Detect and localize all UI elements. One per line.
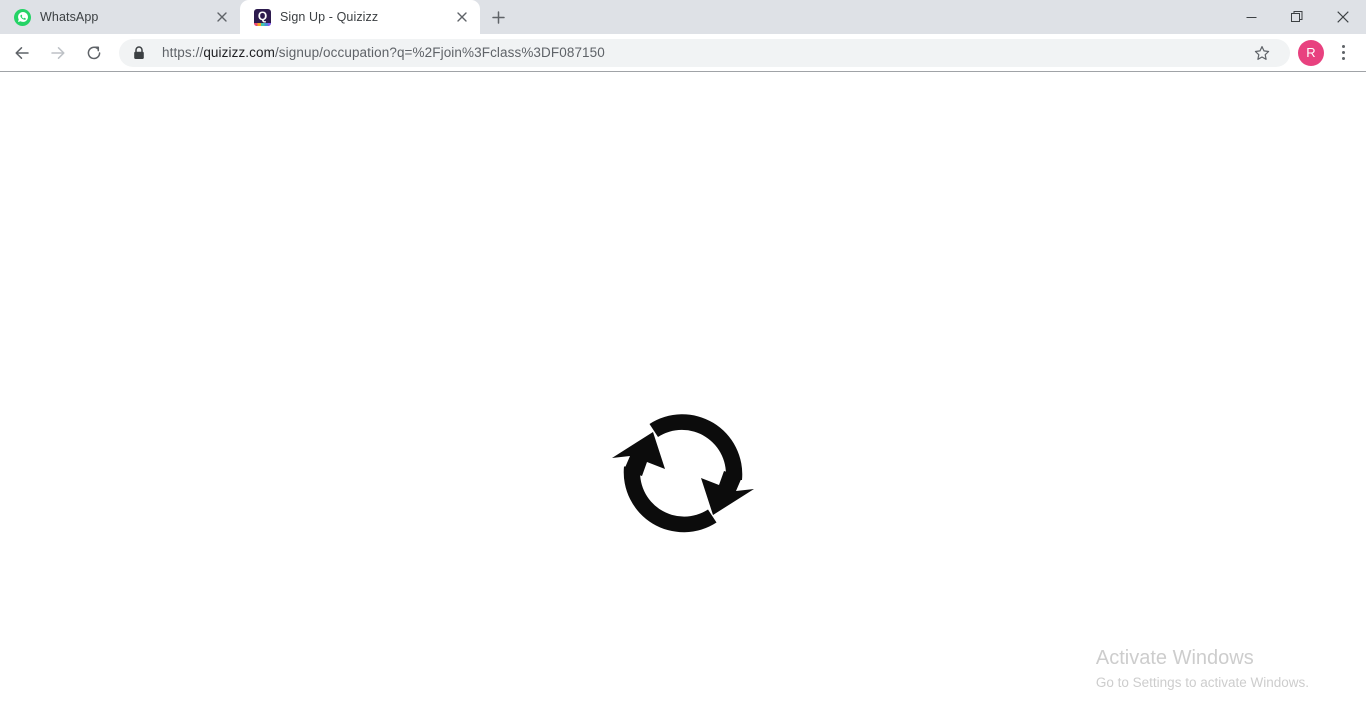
new-tab-button[interactable] xyxy=(484,3,512,31)
profile-avatar[interactable]: R xyxy=(1298,39,1324,66)
maximize-restore-button[interactable] xyxy=(1274,0,1320,34)
profile-initial: R xyxy=(1306,45,1316,60)
minimize-button[interactable] xyxy=(1228,0,1274,34)
menu-dot xyxy=(1341,45,1345,48)
address-bar[interactable]: https://quizizz.com/signup/occupation?q=… xyxy=(119,38,1290,67)
browser-toolbar: https://quizizz.com/signup/occupation?q=… xyxy=(0,34,1366,71)
browser-window: WhatsApp Q Sign Up - Quizizz https://qui… xyxy=(0,0,1366,705)
reload-button[interactable] xyxy=(80,39,108,67)
window-controls xyxy=(1228,0,1366,34)
tab-title: WhatsApp xyxy=(40,10,99,24)
tab-signup-quizizz[interactable]: Q Sign Up - Quizizz xyxy=(240,0,480,34)
tab-whatsapp[interactable]: WhatsApp xyxy=(0,0,240,34)
tab-close-button[interactable] xyxy=(450,5,474,29)
watermark-subtitle: Go to Settings to activate Windows. xyxy=(1095,674,1309,690)
close-window-button[interactable] xyxy=(1320,0,1366,34)
quizizz-icon: Q xyxy=(254,8,271,26)
watermark-title: Activate Windows xyxy=(1095,646,1254,669)
lock-icon[interactable] xyxy=(125,39,153,67)
menu-dot xyxy=(1341,51,1345,54)
whatsapp-icon xyxy=(14,8,31,26)
quizizz-icon-stripe xyxy=(254,22,271,26)
tab-title: Sign Up - Quizizz xyxy=(280,10,379,24)
quizizz-icon-letter: Q xyxy=(257,9,268,23)
bookmark-star-icon[interactable] xyxy=(1248,39,1276,67)
menu-dot xyxy=(1341,57,1345,60)
page-content-area: Activate Windows Go to Settings to activ… xyxy=(0,72,1366,705)
sync-refresh-icon xyxy=(600,414,766,534)
chrome-menu-button[interactable] xyxy=(1330,38,1356,68)
tab-strip: WhatsApp Q Sign Up - Quizizz xyxy=(0,0,1366,34)
back-button[interactable] xyxy=(8,39,36,67)
forward-button xyxy=(44,39,72,67)
url-text: https://quizizz.com/signup/occupation?q=… xyxy=(162,44,605,60)
windows-activation-watermark: Activate Windows Go to Settings to activ… xyxy=(1096,646,1309,693)
tab-close-button[interactable] xyxy=(210,5,234,29)
